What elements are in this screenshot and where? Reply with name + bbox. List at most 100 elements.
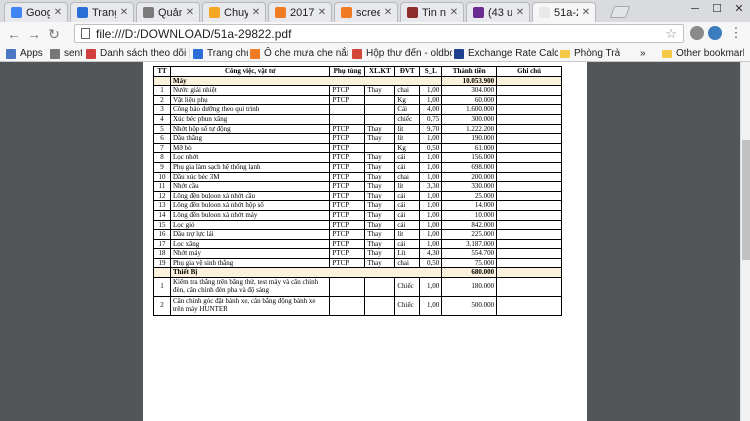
- vertical-scrollbar[interactable]: [740, 62, 750, 421]
- tab-title: screen: [356, 6, 380, 19]
- table-cell: 180.000: [441, 277, 498, 298]
- table-row: 12 Lông đền buloon xả nhớt cầu PTCP Thay cái…: [153, 190, 562, 202]
- bookmark-item-1[interactable]: Apps: [6, 47, 46, 60]
- tab-close-icon[interactable]: ✕: [581, 7, 591, 18]
- bookmark-item-6[interactable]: Hộp thư đến - oldboy: [352, 47, 452, 60]
- table-cell: cái: [394, 200, 421, 211]
- bookmark-item-8[interactable]: Phòng Trà: [560, 47, 620, 60]
- table-cell: 1,00: [419, 133, 443, 144]
- new-tab-button[interactable]: [609, 6, 631, 18]
- bookmark-label: Ô che mưa che nắng c: [264, 48, 348, 59]
- column-header: XL.KT: [364, 66, 396, 77]
- bookmark-favicon-icon: [454, 48, 464, 59]
- maximize-button[interactable]: ☐: [706, 0, 728, 18]
- table-cell: 330.000: [441, 181, 498, 192]
- tab-3[interactable]: Quản c✕: [136, 2, 200, 22]
- table-cell: Dầu thắng: [169, 133, 331, 144]
- table-cell: Nước giải nhiệt: [169, 85, 331, 96]
- tab-favicon-icon: [539, 7, 550, 18]
- tab-4[interactable]: Chuyê✕: [202, 2, 266, 22]
- tab-title: 2017t: [290, 6, 314, 19]
- table-cell: lít: [394, 133, 421, 144]
- section-index-cell: [153, 75, 171, 87]
- table-cell: [496, 209, 562, 221]
- tab-1[interactable]: Google✕: [4, 2, 68, 22]
- table-cell: 12: [153, 190, 171, 202]
- repair-quote-table: TT Công việc, vật tư Phụ tùng XL.KT ĐVT S_L Th…: [153, 66, 562, 317]
- table-cell: 10.000: [441, 209, 498, 221]
- table-cell: 300.000: [441, 113, 498, 125]
- menu-icon[interactable]: ⋮: [726, 23, 746, 43]
- address-url[interactable]: file:///D:/DOWNLOAD/51a-29822.pdf: [96, 27, 291, 41]
- tab-5[interactable]: 2017t✕: [268, 2, 332, 22]
- table-cell: PTCP: [329, 94, 366, 106]
- scrollbar-thumb[interactable]: [742, 140, 750, 260]
- table-row: 16 Dầu trợ lực lái PTCP Thay lít 1,00 225.000: [153, 229, 562, 240]
- bookmark-item-4[interactable]: Trang chủ: [193, 47, 248, 60]
- section-total: 680.000: [441, 267, 498, 279]
- reload-button[interactable]: ↻: [44, 24, 64, 44]
- table-cell: Thay: [364, 248, 396, 259]
- tab-close-icon[interactable]: ✕: [317, 7, 327, 18]
- tab-8[interactable]: (43 un✕: [466, 2, 530, 22]
- table-cell: 1,00: [419, 229, 443, 240]
- tab-favicon-icon: [11, 7, 22, 18]
- table-cell: 75.000: [441, 257, 498, 269]
- table-cell: 1: [153, 277, 171, 298]
- section-row: Máy 10.053.900: [153, 75, 562, 87]
- tab-7[interactable]: Tin nh✕: [400, 2, 464, 22]
- table-cell: [364, 104, 396, 115]
- table-cell: 3,30: [419, 181, 443, 192]
- bookmark-star-icon[interactable]: ☆: [665, 26, 677, 42]
- bookmark-item-10[interactable]: Other bookmarks: [662, 47, 744, 60]
- tab-close-icon[interactable]: ✕: [185, 7, 195, 18]
- close-window-button[interactable]: ✕: [728, 0, 750, 18]
- pdf-viewer: TT Công việc, vật tư Phụ tùng XL.KT ĐVT S_L Th…: [0, 62, 740, 421]
- tab-2[interactable]: Trang c✕: [70, 2, 134, 22]
- tab-close-icon[interactable]: ✕: [449, 7, 459, 18]
- bookmark-item-2[interactable]: sent: [50, 47, 82, 60]
- table-cell: Lọc gió: [169, 219, 331, 231]
- bookmark-item-3[interactable]: Danh sách theo dõi |: [86, 47, 190, 60]
- tab-close-icon[interactable]: ✕: [53, 7, 63, 18]
- table-cell: [496, 277, 562, 298]
- table-cell: Lông đền buloon xả nhớt máy: [169, 209, 331, 221]
- extension-icon-2[interactable]: [708, 26, 722, 40]
- address-bar[interactable]: file:///D:/DOWNLOAD/51a-29822.pdf ☆: [74, 24, 684, 43]
- section-index-cell: [153, 267, 171, 279]
- forward-button[interactable]: →: [24, 24, 44, 44]
- table-cell: Dầu xúc béc 3M: [169, 171, 331, 183]
- tab-close-icon[interactable]: ✕: [251, 7, 261, 18]
- tab-title: Chuyê: [224, 6, 248, 19]
- bookmark-item-7[interactable]: Exchange Rate Calcul: [454, 47, 558, 60]
- tab-title: Trang c: [92, 6, 116, 19]
- tab-close-icon[interactable]: ✕: [383, 7, 393, 18]
- extension-icon-1[interactable]: [690, 26, 704, 40]
- table-cell: PTCP: [329, 181, 366, 192]
- table-cell: 1,00: [419, 171, 443, 183]
- table-cell: Thay: [364, 219, 396, 231]
- table-cell: Dầu trợ lực lái: [169, 229, 331, 240]
- bookmark-item-5[interactable]: Ô che mưa che nắng c: [250, 47, 348, 60]
- table-cell: [329, 296, 366, 317]
- tab-9[interactable]: 51a-29✕: [532, 2, 596, 22]
- table-row: 3 Công bảo dưỡng theo qui trình Cái 4,00 1.6…: [153, 104, 562, 115]
- back-button[interactable]: ←: [4, 24, 24, 44]
- table-cell: [496, 248, 562, 259]
- table-cell: 17: [153, 238, 171, 250]
- table-row: 14 Lông đền buloon xả nhớt máy PTCP Thay cái…: [153, 209, 562, 221]
- table-cell: 4,00: [419, 104, 443, 115]
- tab-close-icon[interactable]: ✕: [515, 7, 525, 18]
- table-row: 19 Phụ gia vệ sinh thắng PTCP Thay chai 0,50 7…: [153, 257, 562, 269]
- section-label: Máy: [169, 75, 443, 87]
- table-cell: 25.000: [441, 190, 498, 202]
- table-cell: 698.000: [441, 161, 498, 173]
- bookmark-label: Hộp thư đến - oldboy: [366, 48, 452, 59]
- tab-6[interactable]: screen✕: [334, 2, 398, 22]
- table-row: 4 Xúc béc phun xăng chiếc 0,75 300.000: [153, 113, 562, 125]
- table-cell: [496, 219, 562, 231]
- minimize-button[interactable]: ─: [684, 0, 706, 18]
- bookmark-favicon-icon: [50, 48, 60, 59]
- tab-close-icon[interactable]: ✕: [119, 7, 129, 18]
- bookmark-item-9[interactable]: »: [640, 47, 654, 60]
